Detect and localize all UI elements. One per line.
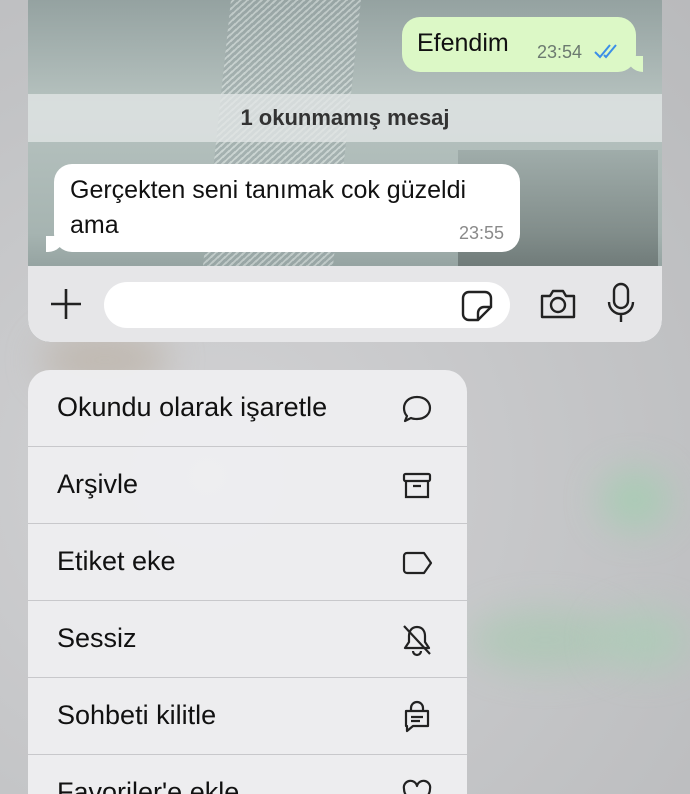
plus-icon[interactable] (48, 286, 84, 322)
chat-bubble-icon (402, 395, 432, 423)
bell-slash-icon (403, 625, 431, 657)
label-tag-icon (402, 551, 433, 575)
chat-preview-card: Efendim 23:54 1 okunmamış mesaj Gerçekte… (28, 0, 662, 342)
menu-item-label: Sohbeti kilitle (57, 700, 217, 730)
chat-wallpaper: Efendim 23:54 1 okunmamış mesaj Gerçekte… (28, 0, 662, 266)
menu-item-archive[interactable]: Arşivle (28, 447, 467, 524)
menu-item-add-favorites[interactable]: Favoriler'e ekle (28, 755, 467, 794)
chat-lock-icon (404, 700, 430, 733)
message-text: Gerçekten seni tanımak cok güzeldi ama (70, 176, 467, 239)
heart-icon (402, 779, 432, 794)
archive-icon (402, 472, 432, 499)
message-time: 23:54 (537, 42, 583, 62)
microphone-icon[interactable] (606, 282, 636, 324)
menu-item-label: Arşivle (57, 469, 139, 499)
message-input-bar (28, 266, 662, 342)
menu-item-mute[interactable]: Sessiz (28, 601, 467, 678)
outgoing-message-bubble[interactable]: Efendim 23:54 (402, 17, 643, 72)
backdrop-blur (600, 470, 670, 530)
message-text: Efendim (417, 29, 509, 57)
message-input[interactable] (104, 282, 510, 328)
incoming-message-bubble[interactable]: Gerçekten seni tanımak cok güzeldi ama 2… (46, 164, 520, 252)
sticker-icon[interactable] (460, 289, 494, 323)
menu-item-label: Etiket eke (57, 546, 176, 576)
menu-item-label: Sessiz (57, 623, 137, 653)
menu-item-lock-chat[interactable]: Sohbeti kilitle (28, 678, 467, 755)
menu-item-label-tag[interactable]: Etiket eke (28, 524, 467, 601)
double-check-icon (594, 44, 617, 59)
camera-icon[interactable] (538, 286, 578, 322)
menu-item-label: Okundu olarak işaretle (57, 392, 328, 422)
chat-context-menu: Okundu olarak işaretle Arşivle Etiket ek… (28, 370, 467, 794)
unread-messages-banner: 1 okunmamış mesaj (28, 94, 662, 142)
backdrop-blur (470, 610, 620, 670)
menu-item-label: Favoriler'e ekle (57, 777, 240, 794)
backdrop-blur (600, 610, 690, 670)
message-time: 23:55 (458, 223, 504, 243)
menu-item-mark-read[interactable]: Okundu olarak işaretle (28, 370, 467, 447)
